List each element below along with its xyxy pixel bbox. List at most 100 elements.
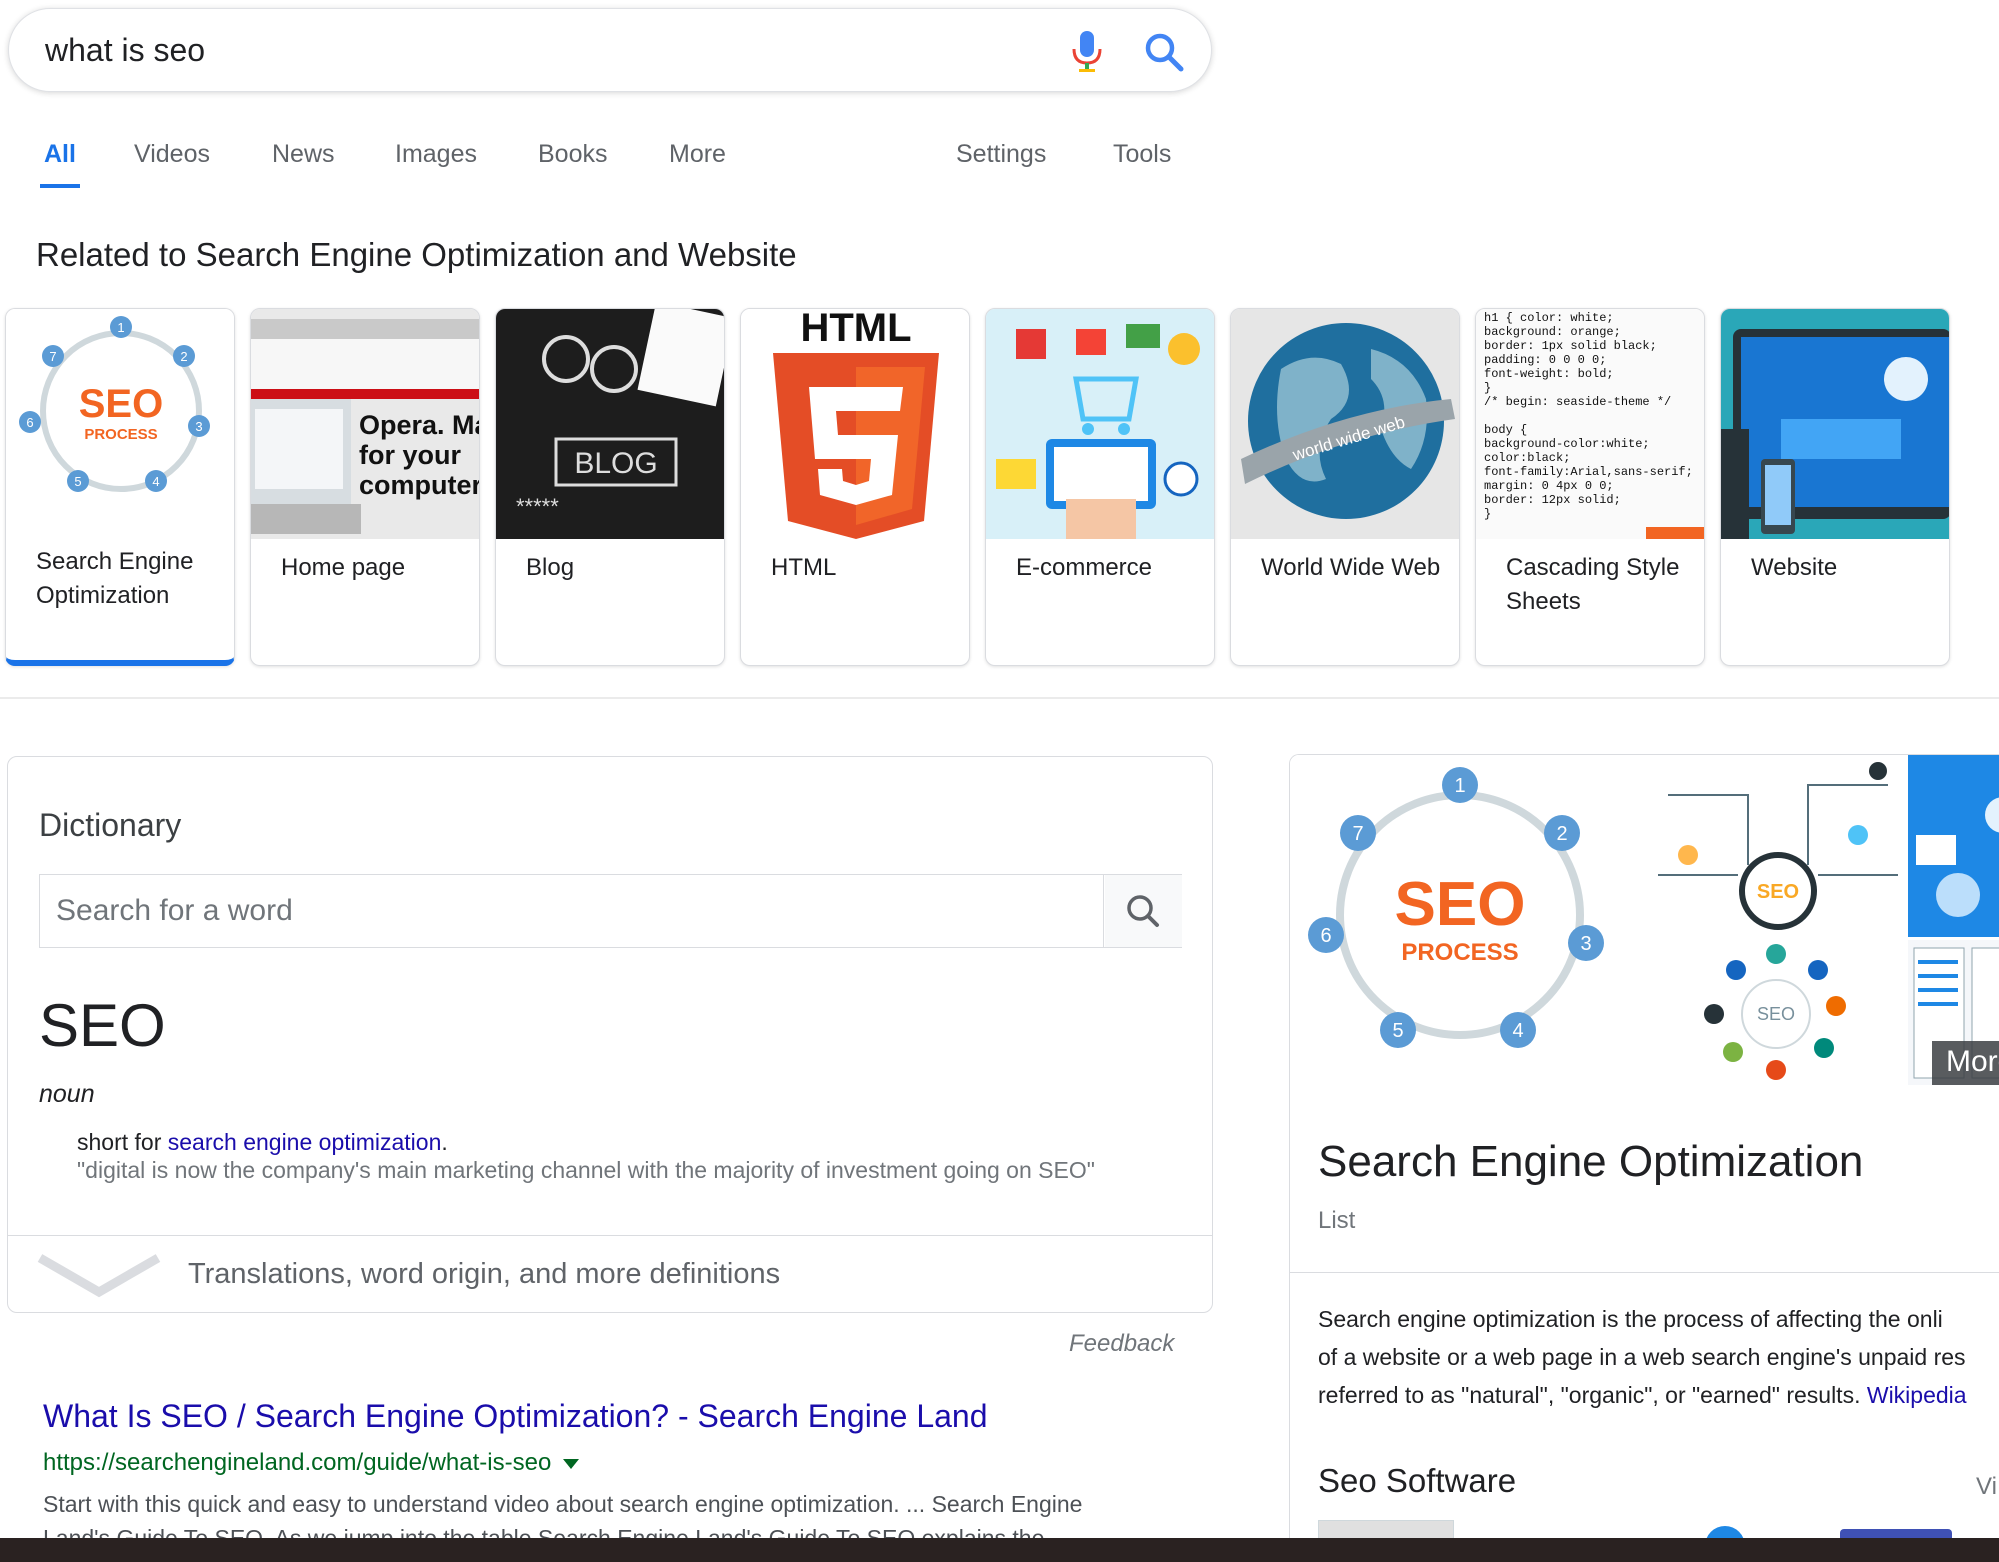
wikipedia-link[interactable]: Wikipedia bbox=[1867, 1382, 1967, 1408]
tab-images[interactable]: Images bbox=[395, 140, 477, 169]
bottom-bar bbox=[0, 1538, 1999, 1562]
related-card-blog[interactable]: BLOG ***** Blog bbox=[495, 308, 725, 666]
feedback-link[interactable]: Feedback bbox=[1069, 1330, 1174, 1358]
svg-text:*****: ***** bbox=[516, 494, 559, 519]
related-card-seo[interactable]: 1 2 3 4 5 6 7 SEO PROCESS Search Engine … bbox=[5, 308, 235, 666]
related-card-html[interactable]: HTML HTML bbox=[740, 308, 970, 666]
description-line: of a website or a web page in a web sear… bbox=[1318, 1344, 1966, 1370]
more-definitions-toggle[interactable]: Translations, word origin, and more defi… bbox=[8, 1235, 1212, 1312]
svg-text:border: 1px solid black;: border: 1px solid black; bbox=[1484, 339, 1657, 353]
related-card-home-page[interactable]: Opera. Ma for your computer. Home page bbox=[250, 308, 480, 666]
seo-process-thumbnail: 1 2 3 4 5 6 7 SEO PROCESS bbox=[6, 309, 234, 539]
tab-settings[interactable]: Settings bbox=[956, 140, 1046, 169]
search-icon bbox=[1127, 895, 1159, 927]
svg-text:HTML: HTML bbox=[800, 309, 911, 350]
definition: short for search engine optimization. bbox=[77, 1129, 448, 1156]
definition-prefix: short for bbox=[77, 1129, 162, 1155]
svg-text:3: 3 bbox=[195, 419, 202, 434]
svg-text:font-family:Arial,sans-serif;: font-family:Arial,sans-serif; bbox=[1484, 465, 1693, 479]
search-tabs: All Videos News Images Books More Settin… bbox=[0, 140, 1200, 188]
blog-thumbnail: BLOG ***** bbox=[496, 309, 724, 539]
definition-link[interactable]: search engine optimization bbox=[168, 1129, 442, 1155]
svg-text:computer.: computer. bbox=[359, 470, 480, 500]
knowledge-panel: 1 2 3 4 5 6 7 SEO PROCESS SEO SEO Mor Se… bbox=[1289, 754, 1999, 1554]
related-card-website[interactable]: Website bbox=[1720, 308, 1950, 666]
chevron-down-icon bbox=[37, 1254, 161, 1298]
description-line: Search engine optimization is the proces… bbox=[1318, 1306, 1943, 1332]
result-url: https://searchengineland.com/guide/what-… bbox=[43, 1449, 580, 1477]
card-label: Website bbox=[1751, 554, 1838, 581]
related-heading: Related to Search Engine Optimization an… bbox=[36, 236, 797, 273]
related-card-css[interactable]: h1 { color: white; background: orange; b… bbox=[1475, 308, 1705, 666]
tab-books[interactable]: Books bbox=[538, 140, 607, 169]
tab-all[interactable]: All bbox=[40, 140, 80, 188]
card-label: World Wide Web bbox=[1261, 554, 1441, 581]
html5-logo-thumbnail: HTML bbox=[741, 309, 969, 539]
svg-text:body {: body { bbox=[1484, 423, 1527, 437]
svg-text:SEO: SEO bbox=[1757, 881, 1799, 903]
svg-text:}: } bbox=[1484, 507, 1491, 521]
search-icon[interactable] bbox=[1143, 31, 1185, 73]
svg-text:border: 12px solid;: border: 12px solid; bbox=[1484, 493, 1621, 507]
svg-text:1: 1 bbox=[117, 320, 124, 335]
svg-text:2: 2 bbox=[180, 349, 187, 364]
caret-down-icon[interactable] bbox=[563, 1458, 580, 1469]
css-code-thumbnail: h1 { color: white; background: orange; b… bbox=[1476, 309, 1704, 539]
definition-example: "digital is now the company's main marke… bbox=[77, 1157, 1095, 1183]
seo-blue-image[interactable] bbox=[1908, 755, 1999, 937]
svg-text:4: 4 bbox=[152, 474, 159, 489]
svg-text:background: orange;: background: orange; bbox=[1484, 325, 1621, 339]
svg-text:SEO: SEO bbox=[1395, 870, 1526, 939]
svg-text:7: 7 bbox=[49, 349, 56, 364]
tab-more[interactable]: More bbox=[669, 140, 726, 169]
dictionary-term: SEO bbox=[39, 992, 166, 1059]
definition-suffix: . bbox=[441, 1129, 448, 1155]
svg-text:color:black;: color:black; bbox=[1484, 451, 1570, 465]
dictionary-heading: Dictionary bbox=[39, 807, 182, 843]
result-title-link[interactable]: What Is SEO / Search Engine Optimization… bbox=[43, 1398, 988, 1435]
seo-circle-image[interactable]: SEO bbox=[1648, 940, 1903, 1085]
related-card-e-commerce[interactable]: E-commerce bbox=[985, 308, 1215, 666]
description-line-last: referred to as "natural", "organic", or … bbox=[1318, 1376, 1999, 1414]
tab-news[interactable]: News bbox=[272, 140, 335, 169]
related-card-world-wide-web[interactable]: world wide web World Wide Web bbox=[1230, 308, 1460, 666]
card-label: Home page bbox=[281, 554, 406, 581]
svg-text:4: 4 bbox=[1512, 1020, 1523, 1042]
e-commerce-thumbnail bbox=[986, 309, 1214, 539]
dictionary-search-input[interactable] bbox=[40, 875, 1104, 947]
svg-text:2: 2 bbox=[1556, 823, 1567, 845]
description-line: referred to as "natural", "organic", or … bbox=[1318, 1382, 1861, 1408]
svg-text:3: 3 bbox=[1580, 933, 1591, 955]
svg-text:7: 7 bbox=[1352, 823, 1363, 845]
knowledge-panel-subtitle: List bbox=[1318, 1207, 1356, 1234]
result-url-text: https://searchengineland.com/guide/what-… bbox=[43, 1449, 552, 1476]
search-query[interactable]: what is seo bbox=[45, 32, 205, 69]
more-images-button[interactable]: More bbox=[1932, 1041, 1999, 1085]
seo-process-image[interactable]: 1 2 3 4 5 6 7 SEO PROCESS bbox=[1290, 755, 1645, 1085]
svg-text:}: } bbox=[1484, 381, 1491, 395]
svg-text:5: 5 bbox=[74, 474, 81, 489]
card-label: HTML bbox=[771, 554, 837, 581]
search-box[interactable]: what is seo bbox=[8, 8, 1212, 92]
dictionary-search-button[interactable] bbox=[1105, 875, 1182, 947]
tab-videos[interactable]: Videos bbox=[134, 140, 210, 169]
svg-text:PROCESS: PROCESS bbox=[84, 426, 157, 443]
svg-text:margin: 0 4px 0 0;: margin: 0 4px 0 0; bbox=[1484, 479, 1614, 493]
seo-network-image[interactable]: SEO bbox=[1648, 755, 1905, 937]
knowledge-panel-images[interactable]: 1 2 3 4 5 6 7 SEO PROCESS SEO SEO Mor bbox=[1290, 755, 1999, 1085]
tab-tools[interactable]: Tools bbox=[1113, 140, 1171, 169]
microphone-icon[interactable] bbox=[1069, 29, 1105, 75]
dictionary-card: Dictionary SEO noun short for search eng… bbox=[7, 756, 1213, 1313]
part-of-speech: noun bbox=[39, 1080, 95, 1108]
card-label: E-commerce bbox=[1016, 554, 1153, 581]
seo-software-heading: Seo Software bbox=[1318, 1462, 1517, 1499]
svg-text:BLOG: BLOG bbox=[574, 447, 657, 480]
svg-text:6: 6 bbox=[26, 415, 33, 430]
card-label: Search Engine Optimization bbox=[36, 548, 194, 609]
view-more-link[interactable]: Vi bbox=[1976, 1473, 1997, 1501]
svg-text:for your: for your bbox=[359, 440, 461, 470]
svg-text:font-weight: bold;: font-weight: bold; bbox=[1484, 367, 1614, 381]
result-snippet: Start with this quick and easy to unders… bbox=[43, 1491, 1083, 1517]
card-label: Cascading Style Sheets bbox=[1506, 554, 1680, 615]
svg-text:SEO: SEO bbox=[79, 382, 163, 426]
